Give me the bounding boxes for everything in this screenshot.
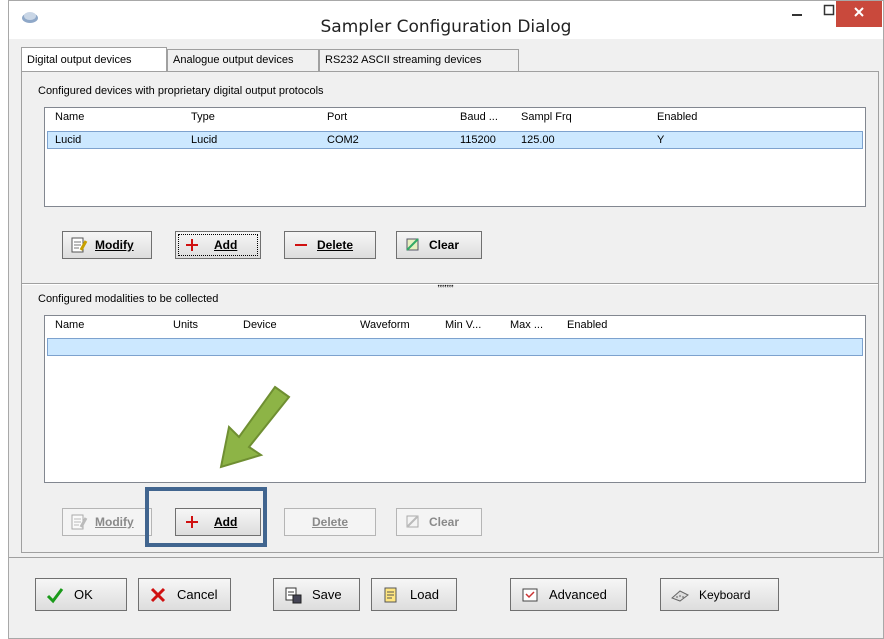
column-header-name[interactable]: Name xyxy=(55,319,84,331)
table-row[interactable] xyxy=(47,338,863,356)
add-device-button[interactable]: Add xyxy=(175,231,261,259)
checkmark-icon xyxy=(44,584,66,606)
load-button[interactable]: Load xyxy=(371,578,457,611)
save-button[interactable]: Save xyxy=(273,578,360,611)
devices-list-header: Name Type Port Baud ... Sampl Frq Enable… xyxy=(45,108,865,126)
clear-label: Clear xyxy=(429,515,460,529)
save-label: Save xyxy=(312,587,342,602)
modify-label: Modify xyxy=(95,515,134,529)
modify-label: Modify xyxy=(95,238,134,252)
clear-device-button[interactable]: Clear xyxy=(396,231,482,259)
modalities-section-label: Configured modalities to be collected xyxy=(38,293,219,305)
cell-enabled: Y xyxy=(657,134,665,146)
column-header-port[interactable]: Port xyxy=(327,111,347,123)
cell-name: Lucid xyxy=(55,134,82,146)
column-header-type[interactable]: Type xyxy=(191,111,215,123)
tab-label: RS232 ASCII streaming devices xyxy=(325,54,482,66)
minimize-icon xyxy=(792,14,802,16)
add-label: Add xyxy=(214,238,238,252)
modalities-list-header: Name Units Device Waveform Min V... Max … xyxy=(45,316,865,334)
tab-label: Analogue output devices xyxy=(173,54,294,66)
column-header-device[interactable]: Device xyxy=(243,319,277,331)
delete-device-button[interactable]: Delete xyxy=(284,231,376,259)
column-header-enabled[interactable]: Enabled xyxy=(657,111,697,123)
column-header-min-v[interactable]: Min V... xyxy=(445,319,481,331)
tab-panel: Configured devices with proprietary digi… xyxy=(21,71,879,553)
tab-analogue-output-devices[interactable]: Analogue output devices xyxy=(167,49,319,71)
cell-sampl-frq: 125.00 xyxy=(521,134,555,146)
splitter-grip-icon[interactable]: ,,,,,,,,, xyxy=(437,278,454,289)
plus-icon xyxy=(182,235,202,255)
modify-icon xyxy=(69,235,89,255)
maximize-icon xyxy=(823,4,835,16)
delete-modality-button[interactable]: Delete xyxy=(284,508,376,536)
column-header-units[interactable]: Units xyxy=(173,319,198,331)
load-label: Load xyxy=(410,587,439,602)
sampler-configuration-dialog: Sampler Configuration Dialog Digital out… xyxy=(8,0,884,639)
cell-baud: 115200 xyxy=(460,134,496,146)
load-icon xyxy=(380,584,402,606)
column-header-max[interactable]: Max ... xyxy=(510,319,543,331)
save-icon xyxy=(282,584,304,606)
cell-type: Lucid xyxy=(191,134,218,146)
title-bar[interactable]: Sampler Configuration Dialog xyxy=(9,1,883,39)
clear-icon xyxy=(403,235,423,255)
column-header-waveform[interactable]: Waveform xyxy=(360,319,410,331)
keyboard-label: Keyboard xyxy=(699,587,751,602)
advanced-label: Advanced xyxy=(549,587,607,602)
table-row[interactable]: Lucid Lucid COM2 115200 125.00 Y xyxy=(47,131,863,149)
window-title: Sampler Configuration Dialog xyxy=(320,17,572,37)
column-header-name[interactable]: Name xyxy=(55,111,84,123)
devices-list[interactable]: Name Type Port Baud ... Sampl Frq Enable… xyxy=(44,107,866,207)
delete-label: Delete xyxy=(317,238,354,252)
minus-icon xyxy=(291,235,311,255)
tab-label: Digital output devices xyxy=(27,54,132,66)
column-header-enabled[interactable]: Enabled xyxy=(567,319,607,331)
cell-port: COM2 xyxy=(327,134,359,146)
close-button[interactable] xyxy=(836,1,882,27)
keyboard-icon xyxy=(669,584,691,606)
modify-modality-button[interactable]: Modify xyxy=(62,508,152,536)
minimize-button[interactable] xyxy=(781,5,813,31)
cancel-button[interactable]: Cancel xyxy=(138,578,231,611)
modify-icon xyxy=(69,512,89,532)
advanced-icon xyxy=(519,584,541,606)
modify-device-button[interactable]: Modify xyxy=(62,231,152,259)
advanced-button[interactable]: Advanced xyxy=(510,578,627,611)
modalities-list[interactable]: Name Units Device Waveform Min V... Max … xyxy=(44,315,866,483)
tab-rs232-ascii-streaming-devices[interactable]: RS232 ASCII streaming devices xyxy=(319,49,519,71)
close-icon xyxy=(854,7,864,17)
cancel-x-icon xyxy=(147,584,169,606)
callout-arrow-icon xyxy=(219,385,291,469)
clear-icon xyxy=(403,512,423,532)
delete-label: Delete xyxy=(311,515,349,529)
clear-label: Clear xyxy=(429,238,460,252)
keyboard-button[interactable]: Keyboard xyxy=(660,578,779,611)
column-header-baud[interactable]: Baud ... xyxy=(460,111,498,123)
column-header-sampl-frq[interactable]: Sampl Frq xyxy=(521,111,572,123)
devices-section-label: Configured devices with proprietary digi… xyxy=(38,85,324,97)
tab-digital-output-devices[interactable]: Digital output devices xyxy=(21,47,167,71)
ok-button[interactable]: OK xyxy=(35,578,127,611)
clear-modality-button[interactable]: Clear xyxy=(396,508,482,536)
cancel-label: Cancel xyxy=(177,587,218,602)
ok-label: OK xyxy=(74,587,93,602)
highlight-box xyxy=(145,487,267,547)
